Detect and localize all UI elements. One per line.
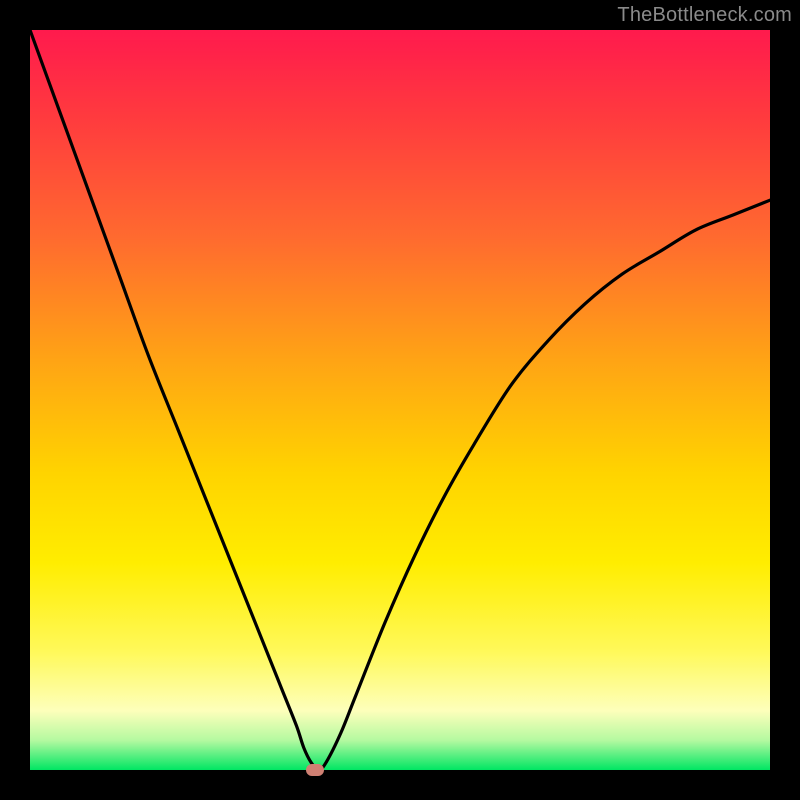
optimum-marker (306, 764, 324, 776)
chart-frame: TheBottleneck.com (0, 0, 800, 800)
curve-svg (30, 30, 770, 770)
watermark-text: TheBottleneck.com (617, 4, 792, 27)
plot-area (30, 30, 770, 770)
bottleneck-curve (30, 30, 770, 770)
